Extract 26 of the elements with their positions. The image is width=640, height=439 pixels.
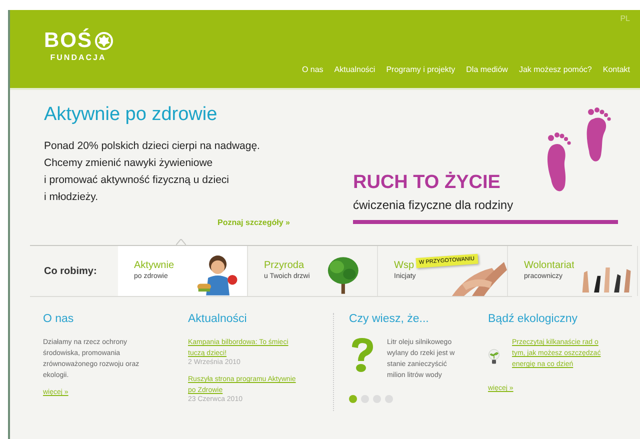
banner-subtitle: ćwiczenia fizyczne dla rodziny	[353, 198, 514, 212]
banner-title: RUCH TO ŻYCIE	[353, 172, 502, 194]
question-mark-icon	[349, 337, 375, 373]
nav-link[interactable]: Aktualności	[334, 65, 376, 74]
hero-text: Chcemy zmienić nawyki żywieniowe	[44, 157, 214, 170]
hero-text: i promować aktywność fizyczną u dzieci	[44, 174, 230, 187]
leaf-icon	[94, 32, 113, 50]
logo-subtitle: FUNDACJA	[50, 52, 106, 62]
hero-title: Aktywnie po zdrowie	[44, 104, 218, 126]
carousel-dot[interactable]	[349, 395, 357, 403]
details-link[interactable]: Poznaj szczegóły »	[44, 218, 290, 227]
logo-text: BOŚ	[44, 28, 93, 52]
hero-text: Ponad 20% polskich dzieci cierpi na nadwagę.	[44, 140, 260, 153]
nav-link[interactable]: Programy i projekty	[386, 65, 456, 74]
nav-link[interactable]: Dla mediów	[466, 65, 508, 74]
column-title: Aktualności	[188, 313, 248, 325]
column-title: O nas	[43, 313, 75, 325]
logo[interactable]: BOŚ FUNDACJA	[44, 28, 113, 62]
section-label: Co robimy:	[43, 266, 98, 276]
language-link[interactable]: PL	[620, 14, 630, 23]
hero-text: i młodzieży.	[44, 191, 100, 204]
nav-link[interactable]: O nas	[302, 65, 324, 74]
nav-link[interactable]: Kontakt	[602, 65, 630, 74]
column-title: Czy wiesz, że...	[349, 313, 430, 325]
column-title: Bądź ekologiczny	[488, 313, 578, 325]
nav-link[interactable]: Jak możesz pomóc?	[518, 65, 592, 74]
